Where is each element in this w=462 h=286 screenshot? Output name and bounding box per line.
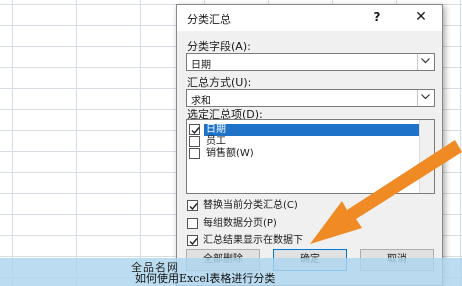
option-label: 汇总结果显示在数据下	[203, 235, 303, 246]
dialog-title: 分类汇总	[187, 13, 231, 26]
caption-title: 如何使用Excel表格进行分类	[135, 272, 276, 285]
list-item-date[interactable]: 日期	[189, 124, 419, 136]
checkbox[interactable]	[189, 148, 200, 159]
list-item-label: 销售额(W)	[206, 148, 254, 159]
group-by-value: 日期	[191, 60, 211, 71]
list-item-label: 员工	[206, 136, 226, 147]
list-item-employee[interactable]: 员工	[189, 136, 417, 148]
checkbox[interactable]	[187, 200, 198, 211]
group-by-label: 分类字段(A):	[187, 40, 251, 53]
caption-banner: 全品名网 如何使用Excel表格进行分类	[0, 258, 462, 286]
chevron-down-icon[interactable]	[417, 54, 434, 70]
group-by-select[interactable]: 日期	[186, 53, 435, 71]
checkbox[interactable]	[187, 235, 198, 246]
list-item-sales[interactable]: 销售额(W)	[189, 148, 417, 160]
checkbox[interactable]	[189, 136, 200, 147]
chevron-down-icon[interactable]	[417, 90, 434, 106]
help-button[interactable]: ?	[369, 9, 385, 25]
subtotal-fields-list[interactable]: 日期 员工 销售额(W)	[186, 119, 435, 194]
screen: 分类汇总 ? ✕ 分类字段(A): 日期 汇总方式(U): 求和 选定汇总项(D…	[0, 0, 462, 286]
checkbox[interactable]	[187, 218, 198, 229]
function-label: 汇总方式(U):	[187, 76, 252, 89]
checkbox[interactable]	[189, 124, 200, 135]
list-scrollbar[interactable]	[419, 120, 434, 193]
function-select[interactable]: 求和	[186, 89, 435, 107]
option-label: 每组数据分页(P)	[203, 218, 277, 229]
subtotal-dialog: 分类汇总 ? ✕ 分类字段(A): 日期 汇总方式(U): 求和 选定汇总项(D…	[176, 4, 443, 286]
function-value: 求和	[191, 96, 211, 107]
option-label: 替换当前分类汇总(C)	[203, 200, 298, 211]
list-item-label: 日期	[204, 124, 419, 136]
close-button[interactable]: ✕	[413, 9, 429, 25]
dialog-titlebar[interactable]: 分类汇总 ? ✕	[177, 5, 442, 31]
